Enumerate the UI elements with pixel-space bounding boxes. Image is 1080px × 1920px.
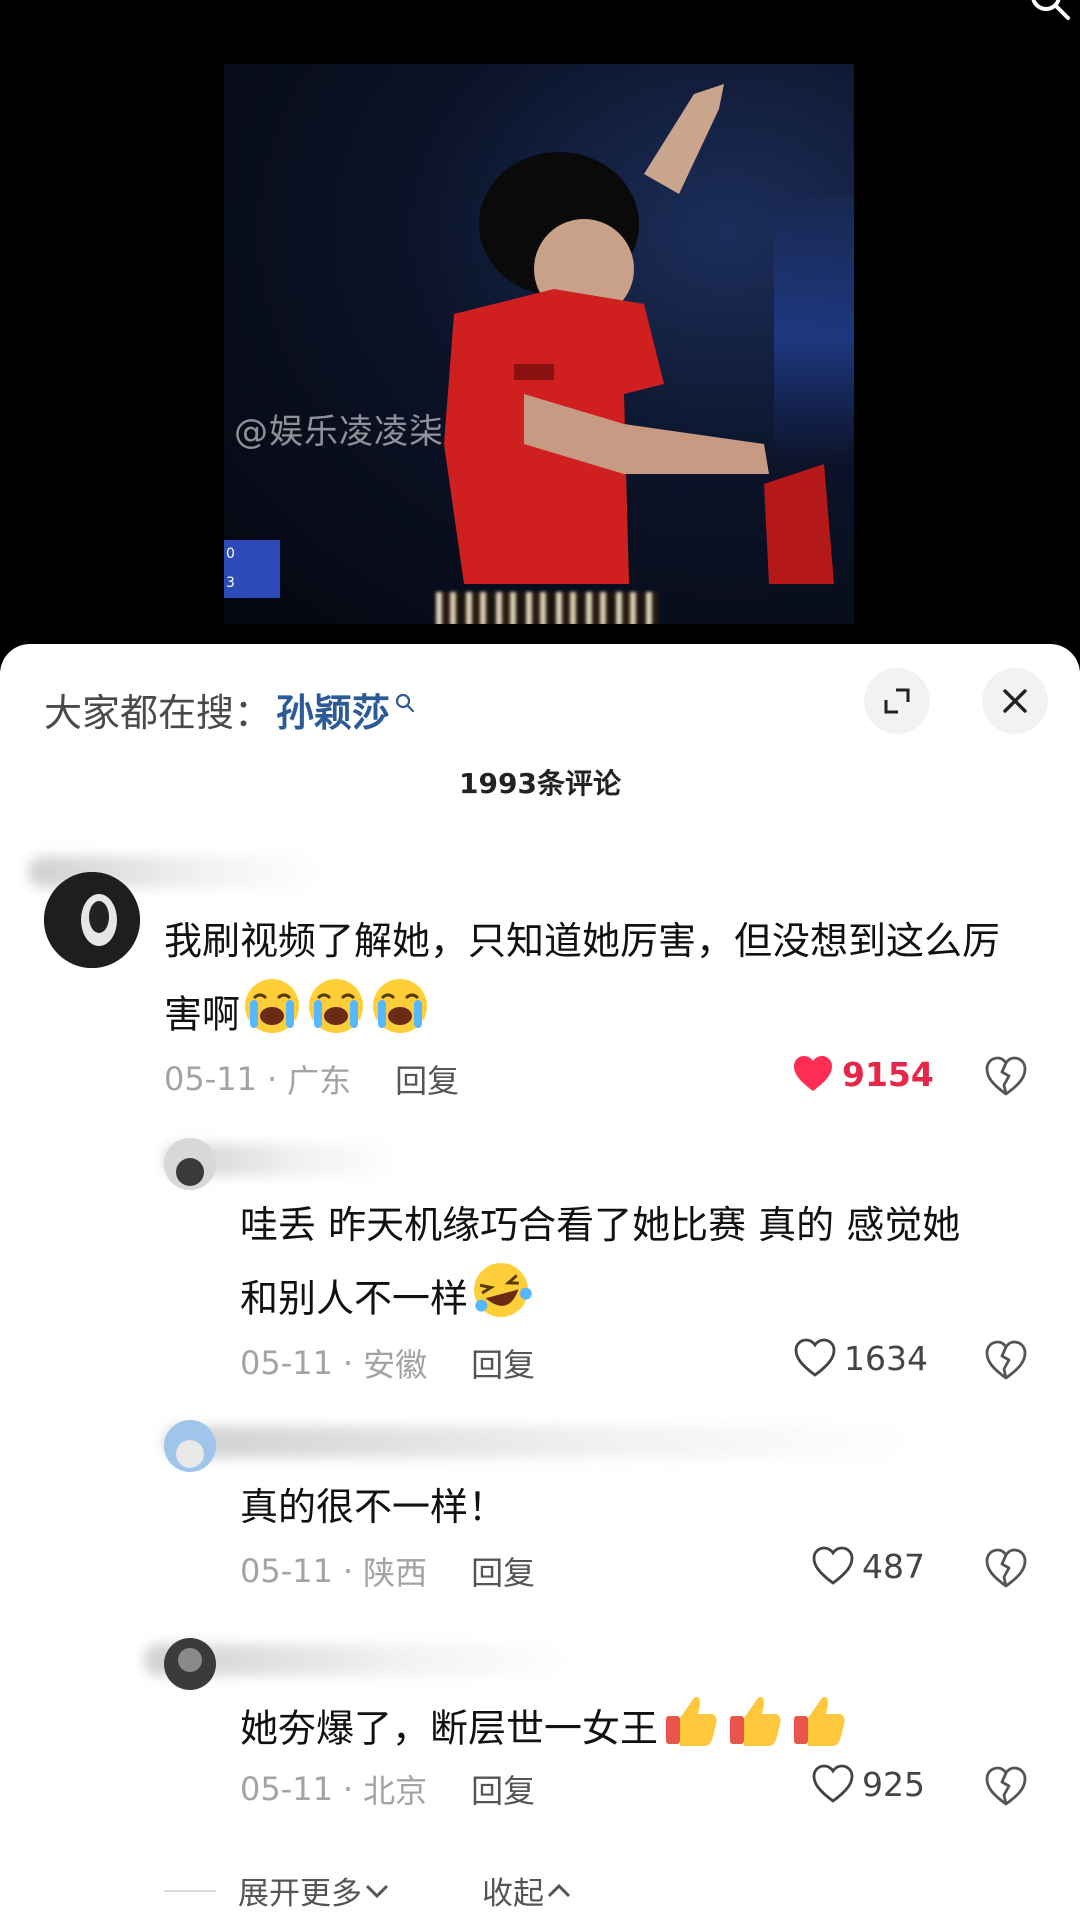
heart-outline-icon	[812, 1764, 854, 1803]
comment-text: 我刷视频了解她，只知道她厉害，但没想到这么厉 害啊	[164, 906, 1044, 1058]
comment-region: 广东	[287, 1062, 352, 1100]
hot-search-bar[interactable]: 大家都在搜： 孙颖莎	[44, 682, 416, 737]
comment-region: 安徽	[363, 1346, 428, 1384]
divider-line	[164, 1889, 216, 1892]
heart-outline-icon	[812, 1546, 854, 1585]
avatar[interactable]	[164, 1420, 216, 1472]
avatar[interactable]	[44, 872, 140, 968]
comment-date: 05-11	[240, 1770, 333, 1808]
expand-more-label: 展开更多	[238, 1876, 362, 1912]
comment-text-line: 害啊	[164, 992, 241, 1037]
comment-meta: 05-11 · 陕西 回复	[240, 1548, 535, 1594]
like-count: 925	[862, 1764, 925, 1804]
like-count: 9154	[842, 1054, 934, 1094]
score-top: 0	[226, 546, 235, 562]
reply-button[interactable]: 回复	[471, 1548, 535, 1594]
like-count: 1634	[844, 1338, 928, 1378]
comment-text-line: 她夯爆了，断层世一女王	[240, 1706, 659, 1751]
comment-sheet: 大家都在搜： 孙颖莎 1993条评论 我刷视频了解她，只知道她厉害，但没想到这么…	[0, 644, 1080, 1920]
score-bottom: 3	[226, 575, 235, 591]
laughing-face-emoji	[470, 1260, 532, 1342]
hot-search-keyword[interactable]: 孙颖莎	[276, 682, 390, 737]
comment-region: 陕西	[363, 1554, 428, 1592]
collapse-label: 收起	[482, 1876, 544, 1912]
reply-button[interactable]: 回复	[471, 1766, 535, 1812]
avatar[interactable]	[164, 1638, 216, 1690]
comment-meta: 05-11 · 广东 回复	[164, 1056, 459, 1102]
video-player-figure	[444, 84, 834, 584]
like-button[interactable]: 9154	[792, 1054, 934, 1094]
avatar-image	[164, 1420, 216, 1472]
thumbs-up-emoji	[660, 1690, 850, 1772]
comment-text-line: 哇丢 昨天机缘巧合看了她比赛 真的 感觉她	[240, 1203, 961, 1247]
video-player[interactable]: @娱乐凌凌柒 0 3	[0, 0, 1080, 660]
comment-text-line: 和别人不一样	[240, 1276, 469, 1321]
comment-text: 她夯爆了，断层世一女王	[240, 1690, 1040, 1772]
collapse-button[interactable]: 收起	[482, 1868, 574, 1913]
dislike-icon[interactable]	[984, 1764, 1028, 1808]
comment-date: 05-11	[240, 1344, 333, 1382]
video-frame[interactable]: @娱乐凌凌柒 0 3	[224, 64, 854, 624]
chevron-up-icon	[547, 1883, 571, 1897]
heart-outline-icon	[794, 1338, 836, 1377]
replies-toggle-row: 展开更多 收起	[164, 1868, 574, 1913]
comment-region: 北京	[363, 1772, 428, 1810]
comment-text: 哇丢 昨天机缘巧合看了她比赛 真的 感觉她 和别人不一样	[240, 1190, 1040, 1342]
username-redacted	[164, 1426, 904, 1458]
comment-text-line: 真的很不一样！	[240, 1485, 507, 1529]
comment-text-line: 我刷视频了解她，只知道她厉害，但没想到这么厉	[164, 919, 1001, 963]
dislike-icon[interactable]	[984, 1338, 1028, 1382]
comment-text: 真的很不一样！	[240, 1472, 1040, 1542]
like-count: 487	[862, 1546, 925, 1586]
close-icon	[1003, 689, 1027, 713]
comment-meta: 05-11 · 安徽 回复	[240, 1340, 535, 1386]
dislike-icon[interactable]	[984, 1546, 1028, 1590]
reply-button[interactable]: 回复	[395, 1056, 459, 1102]
reply-button[interactable]: 回复	[471, 1340, 535, 1386]
expand-more-button[interactable]: 展开更多	[238, 1868, 392, 1913]
search-icon	[395, 693, 415, 712]
avatar-image	[164, 1138, 216, 1190]
crying-face-emoji	[242, 976, 432, 1058]
comment-meta: 05-11 · 北京 回复	[240, 1766, 535, 1812]
close-button[interactable]	[982, 668, 1048, 734]
avatar-image	[164, 1638, 216, 1690]
chevron-down-icon	[365, 1884, 389, 1898]
comment-count: 1993条评论	[459, 767, 621, 800]
heart-filled-icon	[794, 1056, 832, 1091]
like-button[interactable]: 487	[812, 1546, 925, 1586]
dislike-icon[interactable]	[984, 1054, 1028, 1098]
search-icon[interactable]	[1028, 0, 1072, 22]
comment-date: 05-11	[240, 1552, 333, 1590]
fullscreen-button[interactable]	[864, 668, 930, 734]
subtitle-redacted	[436, 592, 658, 624]
expand-icon	[884, 688, 910, 714]
score-overlay: 0 3	[224, 540, 280, 598]
like-button[interactable]: 1634	[794, 1338, 928, 1378]
avatar-image	[44, 872, 140, 968]
comment-date: 05-11	[164, 1060, 257, 1098]
hot-search-prefix: 大家都在搜：	[44, 691, 273, 735]
video-watermark: @娱乐凌凌柒	[234, 412, 444, 452]
like-button[interactable]: 925	[812, 1764, 925, 1804]
avatar[interactable]	[164, 1138, 216, 1190]
